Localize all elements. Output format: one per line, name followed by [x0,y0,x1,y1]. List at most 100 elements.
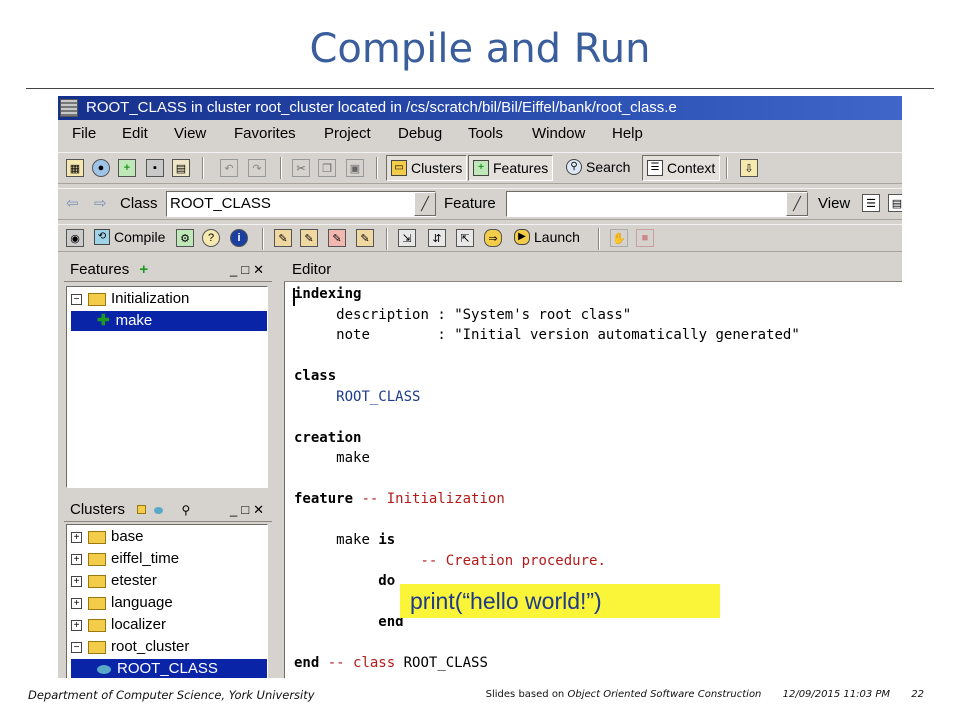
menu-window[interactable]: Window [532,125,585,142]
code-line: class [294,368,337,384]
step-out-icon[interactable]: ⇱ [456,229,474,247]
run-arrow-icon[interactable]: ⇒ [484,229,502,247]
feature-item-make[interactable]: ✚ make [71,311,267,331]
find-cluster-icon[interactable]: ⚲ [182,503,191,517]
system-icon[interactable]: ◉ [66,229,84,247]
menu-favorites[interactable]: Favorites [234,125,296,142]
folder-icon [88,552,106,566]
code-line: description : "System's root class" [336,306,632,323]
class-item-root-class[interactable]: ROOT_CLASS [71,659,267,678]
menu-debug[interactable]: Debug [398,125,442,142]
add-feature-icon[interactable]: + [139,261,148,278]
cluster-item[interactable]: + language [71,593,173,613]
step-over-icon[interactable]: ⇵ [428,229,446,247]
window-title: ROOT_CLASS in cluster root_cluster locat… [86,99,677,116]
feature-dropdown-icon[interactable]: ╱ [786,192,808,216]
help-query-icon[interactable]: ? [202,229,220,247]
copy-icon[interactable]: ❐ [318,159,336,177]
cluster-item[interactable]: + eiffel_time [71,549,179,569]
new-class-icon[interactable]: ▦ [66,159,84,177]
cluster-item[interactable]: − root_cluster [71,637,189,657]
cluster-item[interactable]: + etester [71,571,157,591]
expand-icon[interactable]: + [71,597,82,609]
clusters-tree[interactable]: + base + eiffel_time + etester + language + l… [66,524,268,678]
launch-icon: ▶ [514,229,530,245]
new-class-bubble-icon[interactable] [154,507,164,514]
search-icon: ⚲ [566,159,582,175]
editor-panel-header: Editor [284,258,902,282]
view-flat-icon[interactable]: ▤ [888,194,902,212]
expand-icon[interactable]: + [71,553,82,565]
feature-plus-icon: + [473,160,489,176]
context-tool-button[interactable]: ☰ Context [642,155,721,181]
clusters-panel-header: Clusters ⚲ _□✕ [64,498,272,522]
menu-file[interactable]: File [72,125,96,142]
expand-icon[interactable]: + [71,575,82,587]
new-cluster-folder-icon[interactable] [137,505,147,514]
features-tool-button[interactable]: + Features [468,155,554,181]
window-menu-icon[interactable] [60,99,78,117]
pause-icon[interactable]: ✋ [610,229,628,247]
paste-icon[interactable]: ▣ [346,159,364,177]
breakpoint-icon-2[interactable]: ✎ [300,229,318,247]
launch-button[interactable]: ▶ Launch [510,225,584,251]
window-titlebar[interactable]: ROOT_CLASS in cluster root_cluster locat… [58,96,902,120]
compile-button[interactable]: ⟲ Compile [90,225,169,251]
slide-title: Compile and Run [309,26,651,72]
open-icon[interactable]: ▤ [172,159,190,177]
menu-help[interactable]: Help [612,125,643,142]
search-tool-button[interactable]: ⚲ Search [562,155,634,181]
features-group-initialization[interactable]: − Initialization [71,289,189,309]
menu-bar: File Edit View Favorites Project Debug T… [58,122,902,146]
class-dropdown-icon[interactable]: ╱ [414,192,436,216]
cut-icon[interactable]: ✂ [292,159,310,177]
view-text-icon[interactable]: ☰ [862,194,880,212]
feature-plus-icon: ✚ [97,312,110,329]
expand-icon[interactable]: + [71,531,82,543]
step-into-icon[interactable]: ⇲ [398,229,416,247]
code-editor[interactable]: indexing description : "System's root cl… [284,282,902,678]
compile-icon: ⟲ [94,229,110,245]
address-bar: ⇦ ⇨ Class ROOT_CLASS ╱ Feature ╱ View ☰ … [58,188,902,220]
features-panel-controls[interactable]: _□✕ [230,258,268,282]
menu-edit[interactable]: Edit [122,125,148,142]
view-label: View [818,195,851,212]
menu-tools[interactable]: Tools [468,125,503,142]
code-line: creation [294,429,362,446]
explorer-icon[interactable]: ⇩ [740,159,758,177]
menu-project[interactable]: Project [324,125,371,142]
feature-label: Feature [444,195,496,212]
footer-department: Department of Computer Science, York Uni… [28,688,315,702]
folder-icon [88,574,106,588]
breakpoint-icon-1[interactable]: ✎ [274,229,292,247]
undo-icon[interactable]: ↶ [220,159,238,177]
feature-combo[interactable] [506,191,808,217]
breakpoint-icon-3[interactable]: ✎ [328,229,346,247]
main-toolbar: ▦ ● + ▪ ▤ ↶ ↷ ✂ ❐ ▣ ▭ Clusters + Feature… [58,152,902,184]
collapse-icon[interactable]: − [71,641,82,653]
collapse-icon[interactable]: − [71,293,82,305]
menu-view[interactable]: View [174,125,206,142]
project-toolbar: ◉ ⟲ Compile ⚙ ? i ✎ ✎ ✎ ✎ ⇲ ⇵ ⇱ ⇒ ▶ Laun… [58,224,902,252]
features-tree[interactable]: − Initialization ✚ make [66,286,268,488]
redo-icon[interactable]: ↷ [248,159,266,177]
hello-world-callout: print(“hello world!”) [400,584,720,618]
stop-icon[interactable]: ■ [636,229,654,247]
forward-arrow-icon[interactable]: ⇨ [94,194,107,212]
cluster-item[interactable]: + localizer [71,615,166,635]
back-arrow-icon[interactable]: ⇦ [66,194,79,212]
save-icon[interactable]: ▪ [146,159,164,177]
clusters-panel-controls[interactable]: _□✕ [230,498,268,522]
breakpoint-icon-4[interactable]: ✎ [356,229,374,247]
title-divider [26,88,934,89]
finalize-icon[interactable]: ⚙ [176,229,194,247]
clusters-tool-button[interactable]: ▭ Clusters [386,155,468,181]
code-line: make is [336,532,396,548]
new-feature-icon[interactable]: + [118,159,136,177]
new-cluster-icon[interactable]: ● [92,159,110,177]
info-icon[interactable]: i [230,229,248,247]
cluster-item[interactable]: + base [71,527,144,547]
class-combo[interactable]: ROOT_CLASS [166,191,436,217]
expand-icon[interactable]: + [71,619,82,631]
code-line: do [378,573,396,589]
